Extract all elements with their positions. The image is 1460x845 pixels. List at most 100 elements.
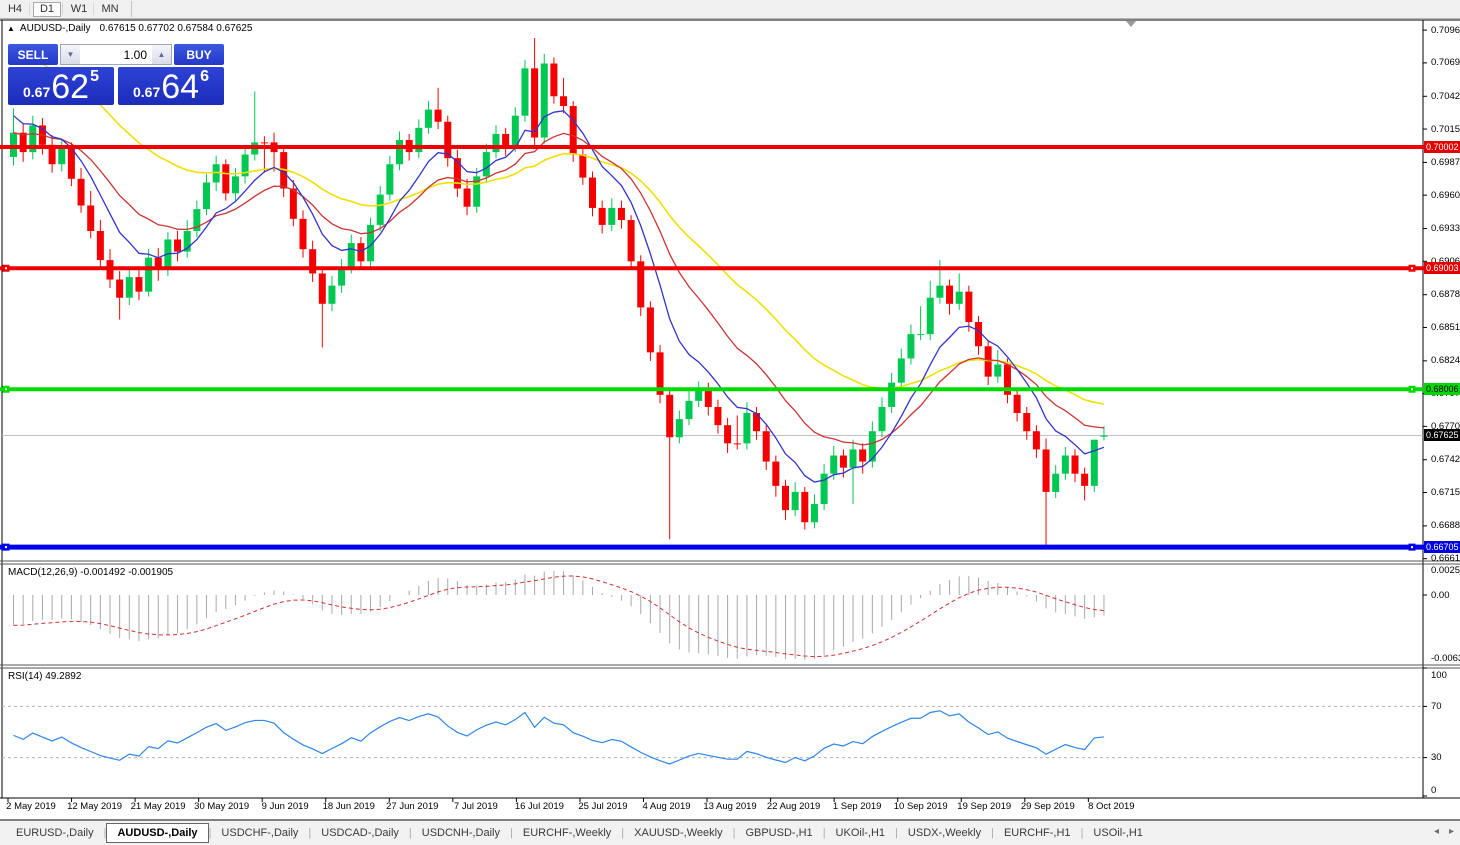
price-badge: 0.66705 [1424, 541, 1460, 554]
price-axis-label: 0.68785 [1431, 289, 1460, 301]
chart-tab-usdcad-daily[interactable]: USDCAD-,Daily [311, 823, 409, 843]
candle [984, 346, 992, 377]
price-axis-label: 0.69330 [1431, 223, 1460, 235]
chart-shift-marker-icon[interactable] [1126, 21, 1136, 27]
candle [743, 413, 751, 444]
candle [946, 285, 954, 304]
chart-canvas [0, 19, 1460, 821]
price-badge: 0.67625 [1424, 429, 1460, 442]
candle [839, 455, 847, 468]
candle [511, 115, 519, 147]
volume-input[interactable] [80, 45, 152, 64]
chart-tab-usdchf-daily[interactable]: USDCHF-,Daily [211, 823, 308, 843]
price-axis-label: 0.68240 [1431, 355, 1460, 367]
line-handle-dot [1411, 267, 1413, 270]
candle [58, 148, 66, 165]
macd-label: MACD(12,26,9) -0.001492 -0.001905 [8, 567, 174, 578]
chart-symbol-period: AUDUSD-,Daily [19, 23, 91, 34]
sell-price-main: 62 [51, 68, 90, 106]
chart-tab-gbpusd-h1[interactable]: GBPUSD-,H1 [735, 823, 822, 843]
candle [685, 400, 693, 420]
timeframe-button-mn[interactable]: MN [97, 2, 123, 17]
candle [627, 220, 635, 262]
candle [878, 406, 886, 432]
candle [675, 419, 683, 438]
candle [444, 121, 452, 159]
candle [955, 291, 963, 304]
candle [714, 406, 722, 426]
candle [917, 334, 925, 336]
candle [434, 109, 442, 122]
chart-header: ▲ AUDUSD-,Daily 0.67615 0.67702 0.67584 … [7, 23, 252, 34]
line-handle-dot [5, 388, 7, 391]
price-axis-label: 0.69605 [1431, 189, 1460, 201]
candle [492, 133, 500, 153]
sell-price-button[interactable]: 0.67 62 5 [8, 67, 114, 105]
candle [10, 132, 17, 157]
sell-price-prefix: 0.67 [23, 84, 51, 100]
candle [579, 154, 587, 178]
chart-tab-bar: EURUSD-,Daily | AUDUSD-,Daily | USDCHF-,Dail… [0, 821, 1460, 845]
candle [116, 279, 124, 298]
toolbar-separator [62, 3, 63, 15]
candle [1042, 449, 1050, 492]
sell-button[interactable]: SELL [8, 44, 58, 65]
chart-tab-eurchf-h1[interactable]: EURCHF-,H1 [994, 823, 1081, 843]
candle [926, 297, 934, 335]
candle [328, 285, 336, 304]
buy-button[interactable]: BUY [174, 44, 224, 65]
line-handle-dot [1411, 388, 1413, 391]
chart-tab-ukoil-h1[interactable]: UKOil-,H1 [826, 823, 896, 843]
candle [791, 491, 799, 511]
candle [666, 394, 674, 438]
candle [87, 205, 95, 231]
chart-tab-usdx-weekly[interactable]: USDX-,Weekly [898, 823, 991, 843]
chart-tab-usdcnh-daily[interactable]: USDCNH-,Daily [412, 823, 510, 843]
price-axis-label: 0.66880 [1431, 520, 1460, 532]
candle [463, 188, 471, 207]
chart-tab-audusd-daily[interactable]: AUDUSD-,Daily [106, 823, 209, 843]
volume-up-icon[interactable]: ▲ [152, 45, 171, 64]
price-badge: 0.69003 [1424, 262, 1460, 275]
tab-scroll-left-icon[interactable]: ◂ [1434, 826, 1439, 837]
rsi-axis-label: 0 [1431, 784, 1437, 796]
price-axis-label: 0.67155 [1431, 487, 1460, 498]
candle [888, 382, 896, 407]
candle [1052, 473, 1060, 492]
candle [762, 431, 770, 462]
macd-axis-label: -0.006326 [1431, 652, 1460, 664]
tab-scroll-right-icon[interactable]: ▸ [1449, 826, 1454, 837]
chart-tab-usoil-h1[interactable]: USOil-,H1 [1083, 823, 1153, 843]
candle [231, 176, 239, 194]
tab-scroll-arrows: ◂ ▸ [1434, 826, 1454, 837]
candle [222, 164, 230, 194]
candle [859, 449, 867, 462]
volume-down-icon[interactable]: ▼ [61, 45, 80, 64]
chart-tab-eurchf-weekly[interactable]: EURCHF-,Weekly [513, 823, 621, 843]
timeframe-button-d1[interactable]: D1 [33, 1, 61, 17]
candle [1013, 394, 1021, 414]
timeframe-button-h4[interactable]: H4 [2, 2, 28, 17]
toolbar-separator [29, 3, 30, 15]
line-handle-dot [5, 267, 7, 270]
candle [801, 491, 809, 523]
candle [1061, 455, 1069, 474]
chart-tab-xauusd-weekly[interactable]: XAUUSD-,Weekly [624, 823, 732, 843]
candle [19, 132, 27, 153]
timeframe-button-w1[interactable]: W1 [66, 2, 92, 17]
candle [540, 63, 548, 138]
candle [260, 142, 268, 144]
candle [1023, 413, 1031, 432]
candle [830, 455, 838, 474]
candle [598, 207, 606, 225]
timeframe-toolbar: H4 D1 W1 MN [0, 0, 1460, 19]
expand-triangle-icon[interactable]: ▲ [7, 24, 15, 33]
rsi-label: RSI(14) 49.2892 [8, 671, 82, 682]
candle [396, 139, 403, 165]
candle [782, 485, 789, 511]
candle [617, 207, 625, 221]
chart-tab-eurusd-daily[interactable]: EURUSD-,Daily [6, 823, 104, 843]
buy-price-button[interactable]: 0.67 64 6 [118, 67, 224, 105]
line-handle-dot [1411, 546, 1413, 549]
candle [125, 277, 133, 298]
